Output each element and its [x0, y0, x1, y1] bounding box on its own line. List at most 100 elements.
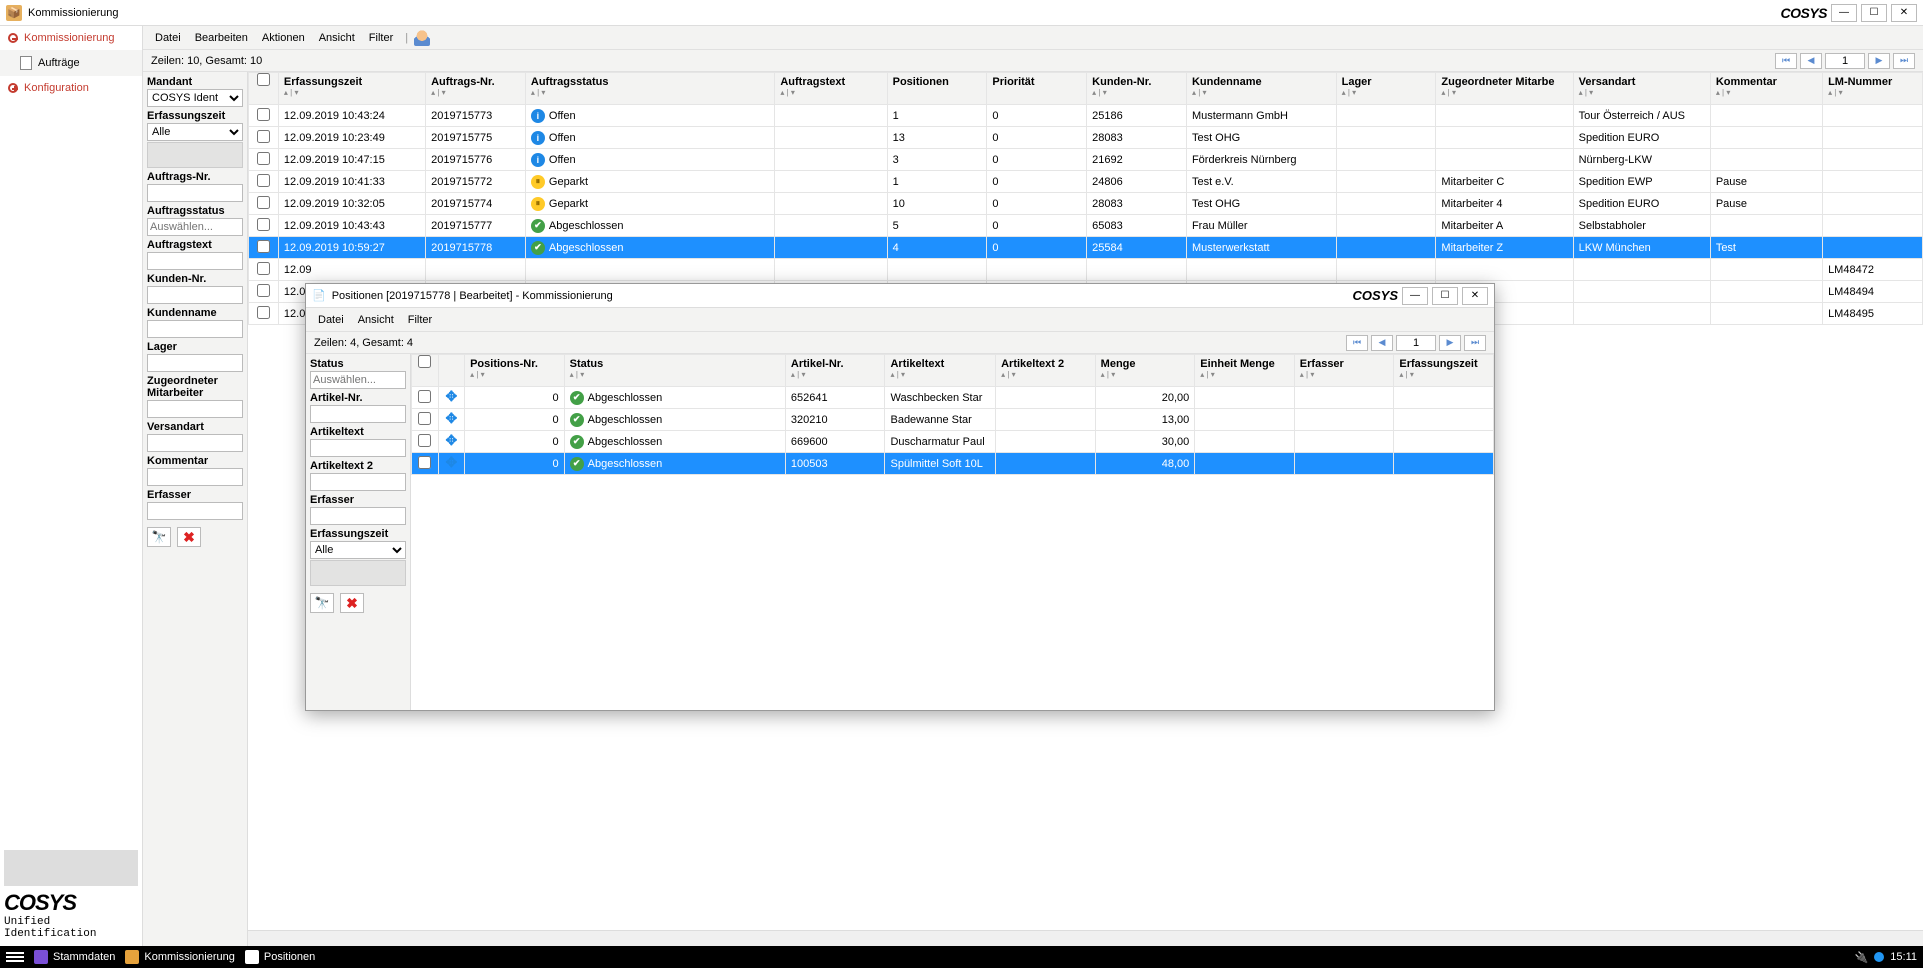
- popup-filter-artikelnr-input[interactable]: [310, 405, 406, 423]
- table-row[interactable]: 12.09.2019 10:32:052019715774⏸Geparkt100…: [249, 193, 1923, 215]
- popup-filter-search-button[interactable]: 🔭: [310, 593, 334, 613]
- filter-lager-input[interactable]: [147, 354, 243, 372]
- row-checkbox[interactable]: [257, 284, 270, 297]
- filter-mandant-select[interactable]: COSYS Ident: [147, 89, 243, 107]
- popup-pager-next-button[interactable]: ▶: [1439, 335, 1461, 351]
- popup-pager-page-input[interactable]: [1396, 335, 1436, 351]
- col-positionen[interactable]: Positionen: [887, 73, 987, 105]
- popup-pager-first-button[interactable]: ⏮: [1346, 335, 1368, 351]
- popup-minimize-button[interactable]: —: [1402, 287, 1428, 305]
- col-kommentar[interactable]: Kommentar▴ | ▾: [1710, 73, 1822, 105]
- table-row[interactable]: ✥0✔Abgeschlossen320210Badewanne Star13,0…: [412, 409, 1494, 431]
- taskbar-item-kommissionierung[interactable]: Kommissionierung: [125, 950, 234, 964]
- filter-mitarbeiter-input[interactable]: [147, 400, 243, 418]
- popup-col-artikelnr[interactable]: Artikel-Nr.▴ | ▾: [785, 355, 885, 387]
- filter-kommentar-input[interactable]: [147, 468, 243, 486]
- popup-filter-erfassungszeit-range[interactable]: [310, 560, 406, 586]
- popup-col-erfasser[interactable]: Erfasser▴ | ▾: [1294, 355, 1394, 387]
- menu-datei[interactable]: Datei: [149, 29, 187, 47]
- col-auftragsstatus[interactable]: Auftragsstatus▴ | ▾: [525, 73, 774, 105]
- row-checkbox[interactable]: [257, 196, 270, 209]
- col-lager[interactable]: Lager▴ | ▾: [1336, 73, 1436, 105]
- popup-pager-prev-button[interactable]: ◀: [1371, 335, 1393, 351]
- row-checkbox[interactable]: [418, 412, 431, 425]
- popup-col-checkbox[interactable]: [412, 355, 439, 387]
- taskbar-menu-icon[interactable]: [6, 952, 24, 962]
- user-icon[interactable]: [414, 30, 430, 46]
- popup-filter-artikeltext2-input[interactable]: [310, 473, 406, 491]
- row-checkbox[interactable]: [257, 108, 270, 121]
- filter-auftragsnr-input[interactable]: [147, 184, 243, 202]
- col-kundenname[interactable]: Kundenname▴ | ▾: [1186, 73, 1336, 105]
- filter-erfassungszeit-select[interactable]: Alle: [147, 123, 243, 141]
- pager-next-button[interactable]: ▶: [1868, 53, 1890, 69]
- col-kundennr[interactable]: Kunden-Nr.▴ | ▾: [1087, 73, 1187, 105]
- nav-konfiguration[interactable]: Konfiguration: [0, 76, 142, 100]
- filter-search-button[interactable]: 🔭: [147, 527, 171, 547]
- taskbar-item-stammdaten[interactable]: Stammdaten: [34, 950, 115, 964]
- filter-kundennr-input[interactable]: [147, 286, 243, 304]
- popup-pager-last-button[interactable]: ⏭: [1464, 335, 1486, 351]
- table-row[interactable]: 12.09.2019 10:47:152019715776iOffen30216…: [249, 149, 1923, 171]
- nav-kommissionierung[interactable]: Kommissionierung: [0, 26, 142, 50]
- popup-col-erfassungszeit[interactable]: Erfassungszeit▴ | ▾: [1394, 355, 1494, 387]
- row-checkbox[interactable]: [257, 152, 270, 165]
- row-checkbox[interactable]: [418, 390, 431, 403]
- filter-erfassungszeit-range[interactable]: [147, 142, 243, 168]
- popup-filter-erfasser-input[interactable]: [310, 507, 406, 525]
- popup-filter-erfassungszeit-select[interactable]: Alle: [310, 541, 406, 559]
- popup-filter-clear-button[interactable]: ✖: [340, 593, 364, 613]
- col-prioritaet[interactable]: Priorität: [987, 73, 1087, 105]
- popup-menu-ansicht[interactable]: Ansicht: [352, 311, 400, 329]
- pager-first-button[interactable]: ⏮: [1775, 53, 1797, 69]
- filter-auftragstext-input[interactable]: [147, 252, 243, 270]
- filter-clear-button[interactable]: ✖: [177, 527, 201, 547]
- col-lmnummer[interactable]: LM-Nummer▴ | ▾: [1823, 73, 1923, 105]
- move-arrows-icon[interactable]: ✥: [445, 457, 457, 469]
- filter-versandart-input[interactable]: [147, 434, 243, 452]
- filter-erfasser-input[interactable]: [147, 502, 243, 520]
- popup-maximize-button[interactable]: ☐: [1432, 287, 1458, 305]
- row-checkbox[interactable]: [257, 218, 270, 231]
- popup-select-all-checkbox[interactable]: [418, 355, 431, 368]
- table-row[interactable]: 12.09.2019 10:23:492019715775iOffen13028…: [249, 127, 1923, 149]
- popup-filter-artikeltext-input[interactable]: [310, 439, 406, 457]
- popup-col-artikeltext2[interactable]: Artikeltext 2▴ | ▾: [996, 355, 1096, 387]
- popup-close-button[interactable]: ✕: [1462, 287, 1488, 305]
- row-checkbox[interactable]: [418, 434, 431, 447]
- move-arrows-icon[interactable]: ✥: [445, 435, 457, 447]
- table-row[interactable]: ✥0✔Abgeschlossen100503Spülmittel Soft 10…: [412, 453, 1494, 475]
- filter-kundenname-input[interactable]: [147, 320, 243, 338]
- col-checkbox[interactable]: [249, 73, 279, 105]
- popup-col-posnr[interactable]: Positions-Nr.▴ | ▾: [465, 355, 565, 387]
- popup-filter-status-input[interactable]: [310, 371, 406, 389]
- col-auftragstext[interactable]: Auftragstext▴ | ▾: [775, 73, 887, 105]
- col-mitarbeiter[interactable]: Zugeordneter Mitarbe▴ | ▾: [1436, 73, 1573, 105]
- row-checkbox[interactable]: [257, 240, 270, 253]
- move-arrows-icon[interactable]: ✥: [445, 413, 457, 425]
- maximize-button[interactable]: ☐: [1861, 4, 1887, 22]
- pager-prev-button[interactable]: ◀: [1800, 53, 1822, 69]
- table-row[interactable]: 12.09.2019 10:43:432019715777✔Abgeschlos…: [249, 215, 1923, 237]
- row-checkbox[interactable]: [257, 262, 270, 275]
- menu-aktionen[interactable]: Aktionen: [256, 29, 311, 47]
- move-arrows-icon[interactable]: ✥: [445, 391, 457, 403]
- table-row[interactable]: ✥0✔Abgeschlossen652641Waschbecken Star20…: [412, 387, 1494, 409]
- popup-menu-filter[interactable]: Filter: [402, 311, 438, 329]
- col-auftragsnr[interactable]: Auftrags-Nr.▴ | ▾: [426, 73, 526, 105]
- popup-col-menge[interactable]: Menge▴ | ▾: [1095, 355, 1195, 387]
- popup-col-artikeltext[interactable]: Artikeltext▴ | ▾: [885, 355, 996, 387]
- table-row[interactable]: 12.09.2019 10:41:332019715772⏸Geparkt102…: [249, 171, 1923, 193]
- table-row[interactable]: 12.09.2019 10:59:272019715778✔Abgeschlos…: [249, 237, 1923, 259]
- popup-menu-datei[interactable]: Datei: [312, 311, 350, 329]
- minimize-button[interactable]: —: [1831, 4, 1857, 22]
- table-row[interactable]: 12.09.2019 10:43:242019715773iOffen10251…: [249, 105, 1923, 127]
- col-versandart[interactable]: Versandart▴ | ▾: [1573, 73, 1710, 105]
- menu-ansicht[interactable]: Ansicht: [313, 29, 361, 47]
- close-button[interactable]: ✕: [1891, 4, 1917, 22]
- pager-last-button[interactable]: ⏭: [1893, 53, 1915, 69]
- menu-filter[interactable]: Filter: [363, 29, 399, 47]
- main-horizontal-scrollbar[interactable]: [248, 930, 1923, 946]
- table-row[interactable]: 12.09LM48472: [249, 259, 1923, 281]
- select-all-checkbox[interactable]: [257, 73, 270, 86]
